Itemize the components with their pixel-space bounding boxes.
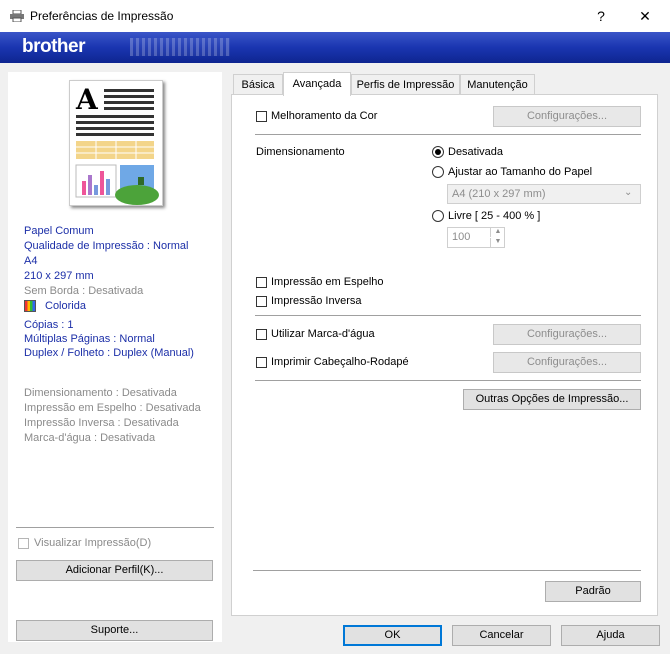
copies: Cópias : 1 xyxy=(24,319,74,331)
help-title-button[interactable]: ? xyxy=(586,6,616,26)
default-button[interactable]: Padrão xyxy=(545,581,641,602)
header-footer-label: Imprimir Cabeçalho-Rodapé xyxy=(271,356,409,368)
banner-decoration xyxy=(130,38,230,56)
borderless-status: Sem Borda : Desativada xyxy=(24,285,144,297)
close-button[interactable]: ✕ xyxy=(630,6,660,26)
color-enhance-label: Melhoramento da Cor xyxy=(271,110,378,122)
paper-size-value: A4 (210 x 297 mm) xyxy=(452,188,546,200)
color-settings-button[interactable]: Configurações... xyxy=(493,106,641,127)
duplex-status: Duplex / Folheto : Duplex (Manual) xyxy=(24,347,194,359)
help-button[interactable]: Ajuda xyxy=(561,625,660,646)
free-scaling-label: Livre [ 25 - 400 % ] xyxy=(448,210,541,222)
separator-4 xyxy=(253,570,641,571)
tab-perfis[interactable]: Perfis de Impressão xyxy=(351,74,460,94)
window-title: Preferências de Impressão xyxy=(30,9,174,23)
reverse-label: Impressão Inversa xyxy=(271,295,362,307)
header-footer-checkbox[interactable] xyxy=(256,357,267,368)
mirror-label: Impressão em Espelho xyxy=(271,276,384,288)
reverse-checkbox[interactable] xyxy=(256,296,267,307)
preview-checkbox[interactable] xyxy=(18,538,29,549)
other-options-button[interactable]: Outras Opções de Impressão... xyxy=(463,389,641,410)
watermark-status: Marca-d'água : Desativada xyxy=(24,432,156,444)
scaling-off-radio[interactable] xyxy=(432,146,444,158)
left-separator xyxy=(16,527,214,528)
paper-type: Papel Comum xyxy=(24,225,94,237)
chevron-down-icon: ⌄ xyxy=(624,187,633,198)
watermark-checkbox[interactable] xyxy=(256,329,267,340)
color-mode: Colorida xyxy=(45,300,86,312)
watermark-label: Utilizar Marca-d'água xyxy=(271,328,375,340)
free-scaling-spinner[interactable]: 100 ▲ ▼ xyxy=(447,227,505,248)
mirror-checkbox[interactable] xyxy=(256,277,267,288)
brand-logo: brother xyxy=(22,36,86,57)
spin-up-icon[interactable]: ▲ xyxy=(490,228,505,237)
tab-basica[interactable]: Básica xyxy=(233,74,283,94)
add-profile-button[interactable]: Adicionar Perfil(K)... xyxy=(16,560,213,581)
scaling-off-label: Desativada xyxy=(448,146,504,158)
free-scaling-radio[interactable] xyxy=(432,210,444,222)
preview-checkbox-label: Visualizar Impressão(D) xyxy=(34,537,152,549)
scaling-status: Dimensionamento : Desativada xyxy=(24,387,177,399)
watermark-settings-button[interactable]: Configurações... xyxy=(493,324,641,345)
print-quality: Qualidade de Impressão : Normal xyxy=(24,240,189,252)
paper-size: A4 xyxy=(24,255,38,267)
reverse-status: Impressão Inversa : Desativada xyxy=(24,417,179,429)
header-footer-settings-button[interactable]: Configurações... xyxy=(493,352,641,373)
fit-paper-radio[interactable] xyxy=(432,166,444,178)
fit-paper-label: Ajustar ao Tamanho do Papel xyxy=(448,166,593,178)
cancel-button[interactable]: Cancelar xyxy=(452,625,551,646)
printer-icon xyxy=(10,10,24,22)
support-button[interactable]: Suporte... xyxy=(16,620,213,641)
mirror-status: Impressão em Espelho : Desativada xyxy=(24,402,201,414)
color-icon xyxy=(24,300,36,312)
svg-text:A: A xyxy=(75,83,99,116)
scaling-label: Dimensionamento xyxy=(256,146,345,158)
page-preview: A xyxy=(69,80,163,206)
multiple-pages: Múltiplas Páginas : Normal xyxy=(24,333,155,345)
color-enhance-checkbox[interactable] xyxy=(256,111,267,122)
brand-banner xyxy=(0,32,670,63)
ok-button[interactable]: OK xyxy=(343,625,442,646)
separator-2 xyxy=(255,315,641,316)
page-preview-graphic: A xyxy=(75,83,159,205)
paper-size-select[interactable]: A4 (210 x 297 mm) ⌄ xyxy=(447,184,641,204)
separator-1 xyxy=(255,134,641,135)
tab-avancada[interactable]: Avançada xyxy=(283,72,351,96)
paper-dimensions: 210 x 297 mm xyxy=(24,270,94,282)
spin-down-icon[interactable]: ▼ xyxy=(490,238,505,247)
free-scaling-value: 100 xyxy=(452,231,471,243)
separator-3 xyxy=(255,380,641,381)
tab-manutencao[interactable]: Manutenção xyxy=(460,74,535,94)
